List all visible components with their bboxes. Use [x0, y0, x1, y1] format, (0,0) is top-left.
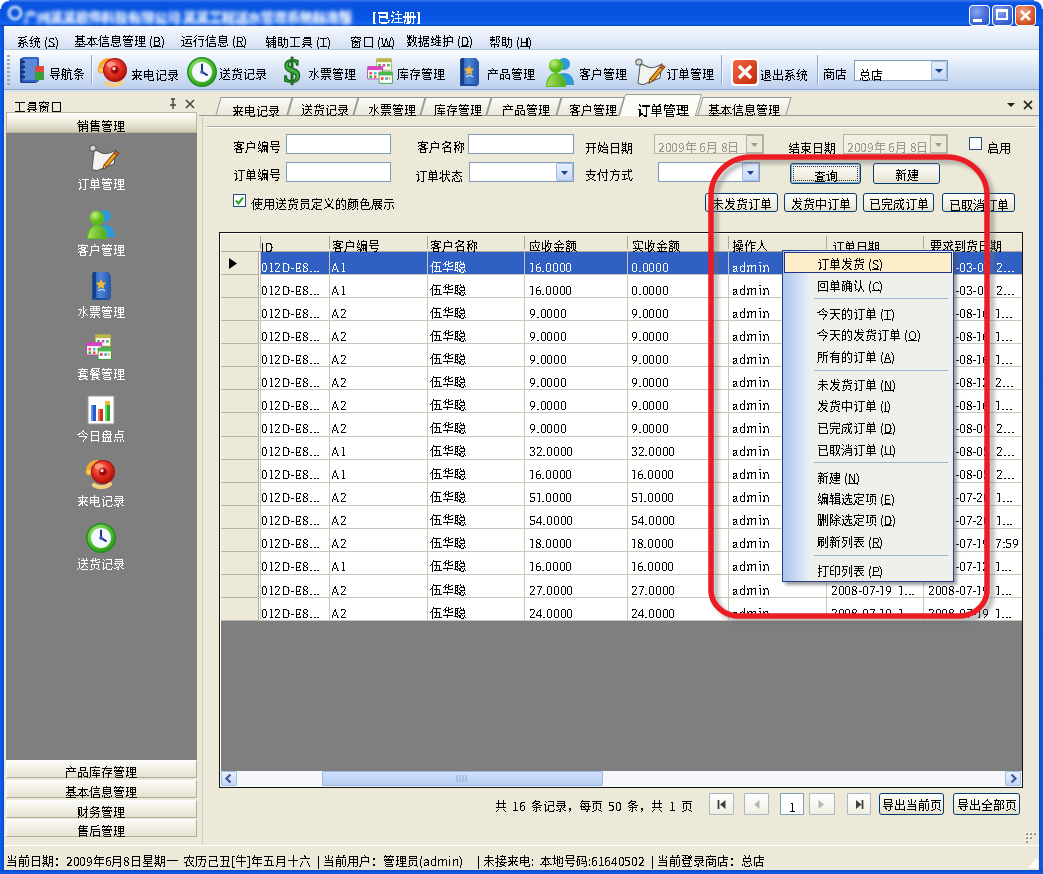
svg-text:$: $: [284, 53, 301, 88]
